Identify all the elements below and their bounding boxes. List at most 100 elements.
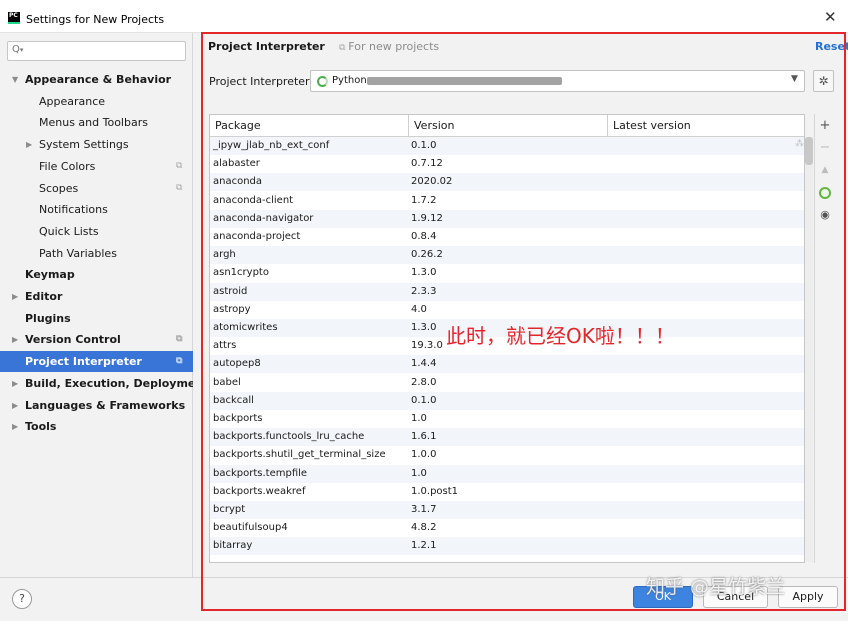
close-icon[interactable]: ✕: [824, 10, 837, 25]
table-row[interactable]: backports.shutil_get_terminal_size 1.0.0: [210, 446, 804, 464]
table-row[interactable]: backports 1.0: [210, 410, 804, 428]
sidebar-item-system-settings[interactable]: ▶ System Settings: [0, 134, 193, 155]
interpreter-label: Project Interpreter:: [209, 75, 314, 88]
table-row[interactable]: bcrypt 3.1.7: [210, 501, 804, 519]
chevron-right-icon[interactable]: ▶: [26, 134, 32, 155]
table-row[interactable]: alabaster 0.7.12: [210, 155, 804, 173]
package-name-cell: astroid: [213, 286, 248, 297]
interpreter-value: Python: [332, 75, 367, 86]
interpreter-select[interactable]: Python ▼: [310, 70, 805, 92]
eye-icon[interactable]: ◉: [814, 208, 836, 221]
latest-version-cell: [608, 173, 804, 191]
package-name-cell: backcall: [213, 395, 254, 406]
sidebar-item-plugins[interactable]: Plugins: [0, 308, 193, 329]
latest-version-cell: [608, 228, 804, 246]
chevron-right-icon[interactable]: ▶: [12, 416, 18, 437]
table-row[interactable]: _ipyw_jlab_nb_ext_conf 0.1.0: [210, 137, 804, 155]
sidebar-item-version-control[interactable]: ▶ Version Control ⧉: [0, 329, 193, 350]
package-name-cell: backports.weakref: [213, 486, 306, 497]
copy-icon: ⧉: [339, 43, 349, 53]
table-row[interactable]: anaconda-client 1.7.2: [210, 192, 804, 210]
gear-icon[interactable]: ✲: [813, 70, 834, 92]
table-row[interactable]: backcall 0.1.0: [210, 392, 804, 410]
table-row[interactable]: babel 2.8.0: [210, 374, 804, 392]
sidebar-item-project-interpreter[interactable]: Project Interpreter ⧉: [0, 351, 193, 372]
project-scope-icon: ⧉: [176, 161, 183, 171]
package-name-cell: anaconda-navigator: [213, 213, 314, 224]
settings-search-input[interactable]: Q▾: [7, 41, 186, 61]
sidebar-item-label: Editor: [25, 290, 63, 303]
sidebar-item-appearance[interactable]: Appearance: [0, 91, 193, 112]
sidebar-item-scopes[interactable]: Scopes ⧉: [0, 178, 193, 199]
chevron-right-icon[interactable]: ▶: [12, 286, 18, 307]
table-scrollbar-track[interactable]: [805, 137, 813, 562]
settings-sidebar: Q▾ ▼ Appearance & Behavior Appearance Menus…: [0, 33, 208, 577]
table-row[interactable]: argh 0.26.2: [210, 246, 804, 264]
table-row[interactable]: backports.tempfile 1.0: [210, 465, 804, 483]
table-row[interactable]: anaconda-project 0.8.4: [210, 228, 804, 246]
latest-version-cell: [608, 501, 804, 519]
sidebar-item-menus-and-toolbars[interactable]: Menus and Toolbars: [0, 112, 193, 133]
version-cell: 0.7.12: [411, 158, 443, 169]
redacted-path: [367, 77, 562, 85]
sidebar-item-notifications[interactable]: Notifications: [0, 199, 193, 220]
column-header-latest-version[interactable]: Latest version: [608, 115, 804, 137]
sidebar-item-file-colors[interactable]: File Colors ⧉: [0, 156, 193, 177]
package-name-cell: anaconda: [213, 176, 263, 187]
table-row[interactable]: anaconda-navigator 1.9.12: [210, 210, 804, 228]
sidebar-item-editor[interactable]: ▶ Editor: [0, 286, 193, 307]
table-row[interactable]: autopep8 1.4.4: [210, 355, 804, 373]
loading-spinner-icon: ⁂: [795, 139, 804, 149]
sidebar-item-label: Quick Lists: [39, 225, 99, 238]
sidebar-item-label: Tools: [25, 420, 57, 433]
help-button[interactable]: ?: [12, 589, 32, 609]
version-cell: 1.9.12: [411, 213, 443, 224]
reset-link[interactable]: Reset: [815, 40, 848, 53]
version-cell: 0.8.4: [411, 231, 437, 242]
latest-version-cell: [608, 465, 804, 483]
table-row[interactable]: backports.functools_lru_cache 1.6.1: [210, 428, 804, 446]
package-toolstrip: [814, 114, 836, 563]
table-row[interactable]: backports.weakref 1.0.post1: [210, 483, 804, 501]
sidebar-item-label: System Settings: [39, 138, 129, 151]
sidebar-item-label: Plugins: [25, 312, 71, 325]
table-row[interactable]: bitarray 1.2.1: [210, 537, 804, 555]
table-row[interactable]: astropy 4.0: [210, 301, 804, 319]
package-name-cell: attrs: [213, 340, 237, 351]
scope-note-label: For new projects: [348, 40, 440, 53]
version-cell: 2020.02: [411, 176, 453, 187]
sidebar-item-label: Scopes: [39, 182, 79, 195]
column-header-version[interactable]: Version: [409, 115, 608, 137]
version-cell: 0.1.0: [411, 140, 437, 151]
chevron-down-icon[interactable]: ▼: [791, 74, 798, 84]
package-name-cell: asn1crypto: [213, 267, 269, 278]
apply-button[interactable]: Apply: [778, 586, 838, 608]
chevron-right-icon[interactable]: ▶: [12, 329, 18, 350]
chevron-right-icon[interactable]: ▶: [12, 395, 18, 416]
sidebar-item-appearance-behavior[interactable]: ▼ Appearance & Behavior: [0, 69, 193, 90]
table-row[interactable]: asn1crypto 1.3.0: [210, 264, 804, 282]
upgrade-package-icon[interactable]: ▲: [814, 165, 836, 175]
sidebar-item-tools[interactable]: ▶ Tools: [0, 416, 193, 437]
sidebar-item-quick-lists[interactable]: Quick Lists: [0, 221, 193, 242]
latest-version-cell: [608, 392, 804, 410]
chevron-right-icon[interactable]: ▶: [12, 373, 18, 394]
table-row[interactable]: astroid 2.3.3: [210, 283, 804, 301]
package-name-cell: backports: [213, 413, 263, 424]
table-scrollbar-thumb[interactable]: [805, 137, 813, 165]
chevron-down-icon[interactable]: ▼: [12, 69, 18, 90]
column-header-package[interactable]: Package: [210, 115, 409, 137]
latest-version-cell: [608, 155, 804, 173]
add-package-icon[interactable]: +: [814, 118, 836, 133]
sidebar-item-keymap[interactable]: Keymap: [0, 264, 193, 285]
table-row[interactable]: beautifulsoup4 4.8.2: [210, 519, 804, 537]
project-scope-icon: ⧉: [176, 334, 183, 344]
table-row[interactable]: anaconda 2020.02: [210, 173, 804, 191]
remove-package-icon[interactable]: −: [814, 140, 836, 155]
sidebar-item-build-execution-deployment[interactable]: ▶ Build, Execution, Deployment: [0, 373, 208, 394]
sidebar-item-languages-frameworks[interactable]: ▶ Languages & Frameworks: [0, 395, 193, 416]
latest-version-cell: [608, 301, 804, 319]
package-name-cell: babel: [213, 377, 241, 388]
conda-toggle-icon[interactable]: [819, 187, 831, 199]
sidebar-item-path-variables[interactable]: Path Variables: [0, 243, 193, 264]
